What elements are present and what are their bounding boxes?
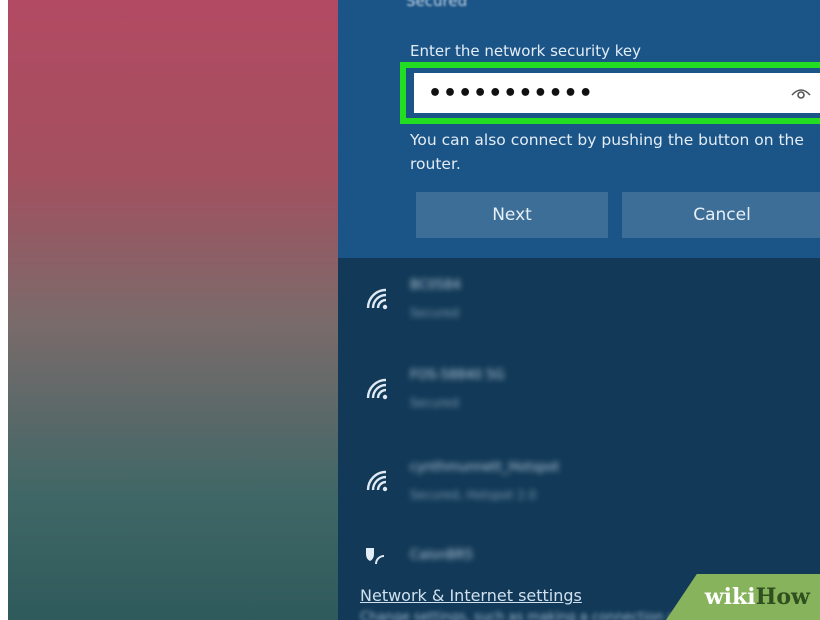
eye-icon[interactable] [790, 84, 812, 102]
wps-hint-text: You can also connect by pushing the butt… [410, 131, 804, 173]
security-key-label: Enter the network security key [410, 42, 642, 60]
network-name: cynthmunnett_Hotspot [410, 460, 560, 475]
shield-icon [366, 548, 385, 565]
wifi-icon [366, 470, 388, 492]
next-button[interactable]: Next [416, 192, 608, 238]
watermark-wiki: wiki [704, 584, 756, 610]
network-list-item[interactable]: BC0584 Secured [338, 278, 820, 348]
network-name: CalonBR5 [410, 548, 474, 563]
cancel-button[interactable]: Cancel [622, 192, 820, 238]
network-status: Secured [410, 306, 459, 320]
network-list-item[interactable]: CalonBR5 [338, 546, 820, 576]
wifi-icon [366, 288, 388, 310]
network-list-item[interactable]: FOS-58840 5G Secured [338, 368, 820, 438]
secured-label: Secured [406, 0, 468, 10]
network-settings-link[interactable]: Network & Internet settings [360, 586, 582, 605]
security-key-input[interactable] [412, 71, 820, 115]
screenshot-frame: Secured Enter the network security key Y… [8, 0, 820, 620]
network-status: Secured, Hotspot 2.0 [410, 488, 537, 502]
network-name: FOS-58840 5G [410, 368, 505, 383]
desktop-background [8, 0, 338, 620]
network-name: BC0584 [410, 278, 461, 293]
watermark-how: How [755, 584, 810, 610]
network-flyout: Secured Enter the network security key Y… [338, 0, 820, 620]
network-status: Secured [410, 396, 459, 410]
selected-network-section: Secured Enter the network security key Y… [338, 0, 820, 258]
wifi-icon [366, 378, 388, 400]
network-list-item[interactable]: cynthmunnett_Hotspot Secured, Hotspot 2.… [338, 460, 820, 530]
